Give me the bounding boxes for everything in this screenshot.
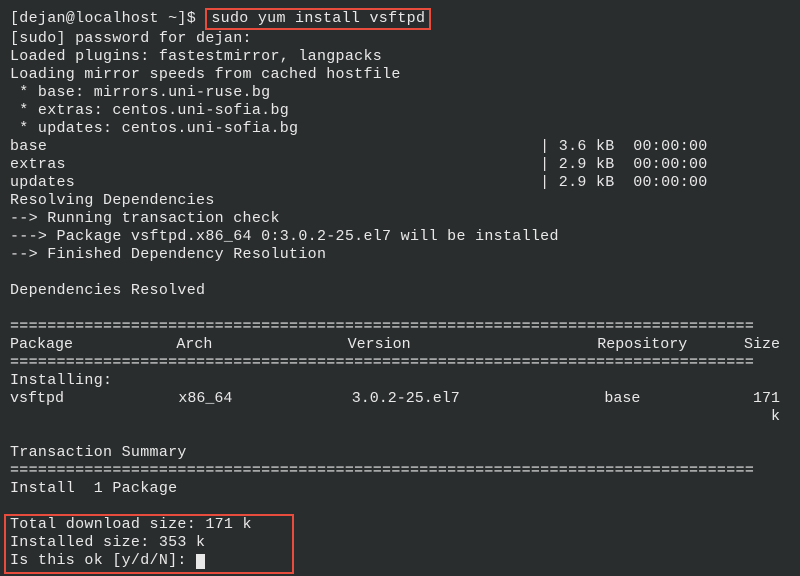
row-version: 3.0.2-25.el7 <box>352 390 605 426</box>
mirror-loading-line: Loading mirror speeds from cached hostfi… <box>10 66 790 84</box>
hr-mid: ========================================… <box>10 354 790 372</box>
download-size-line: Total download size: 171 k <box>10 516 288 534</box>
installed-size-line: Installed size: 353 k <box>10 534 288 552</box>
row-package: vsftpd <box>10 390 178 426</box>
hdr-package: Package <box>10 336 176 354</box>
blank-line <box>10 264 790 282</box>
hdr-version: Version <box>348 336 598 354</box>
install-count-line: Install 1 Package <box>10 480 790 498</box>
hdr-size: Size <box>744 336 790 354</box>
confirm-text: Is this ok [y/d/N]: <box>10 552 196 569</box>
row-repository: base <box>604 390 753 426</box>
hdr-repository: Repository <box>597 336 744 354</box>
command-highlight: sudo yum install vsftpd <box>205 8 431 30</box>
blank-line <box>10 426 790 444</box>
dep-done-line: --> Finished Dependency Resolution <box>10 246 790 264</box>
plugins-line: Loaded plugins: fastestmirror, langpacks <box>10 48 790 66</box>
hdr-arch: Arch <box>176 336 347 354</box>
resolving-deps-line: Resolving Dependencies <box>10 192 790 210</box>
hr-bottom: ========================================… <box>10 462 790 480</box>
row-arch: x86_64 <box>178 390 351 426</box>
cursor-icon <box>196 554 205 569</box>
repo-updates-line: updates | 2.9 kB 00:00:00 <box>10 174 790 192</box>
table-header: Package Arch Version Repository Size <box>10 336 790 354</box>
mirror-base-line: * base: mirrors.uni-ruse.bg <box>10 84 790 102</box>
row-size: 171 k <box>753 390 790 426</box>
table-row: vsftpd x86_64 3.0.2-25.el7 base 171 k <box>10 390 790 426</box>
mirror-extras-line: * extras: centos.uni-sofia.bg <box>10 102 790 120</box>
prompt-line: [dejan@localhost ~]$ sudo yum install vs… <box>10 8 790 30</box>
confirm-prompt-line[interactable]: Is this ok [y/d/N]: <box>10 552 288 570</box>
mirror-updates-line: * updates: centos.uni-sofia.bg <box>10 120 790 138</box>
txn-summary-label: Transaction Summary <box>10 444 790 462</box>
summary-highlight: Total download size: 171 k Installed siz… <box>4 514 294 574</box>
txn-check-line: --> Running transaction check <box>10 210 790 228</box>
command-text: sudo yum install vsftpd <box>211 10 425 27</box>
repo-extras-line: extras | 2.9 kB 00:00:00 <box>10 156 790 174</box>
sudo-password-line: [sudo] password for dejan: <box>10 30 790 48</box>
deps-resolved-line: Dependencies Resolved <box>10 282 790 300</box>
installing-label: Installing: <box>10 372 790 390</box>
prompt-userhost: [dejan@localhost ~]$ <box>10 10 196 27</box>
pkg-install-line: ---> Package vsftpd.x86_64 0:3.0.2-25.el… <box>10 228 790 246</box>
repo-base-line: base | 3.6 kB 00:00:00 <box>10 138 790 156</box>
hr-top: ========================================… <box>10 318 790 336</box>
blank-line <box>10 300 790 318</box>
